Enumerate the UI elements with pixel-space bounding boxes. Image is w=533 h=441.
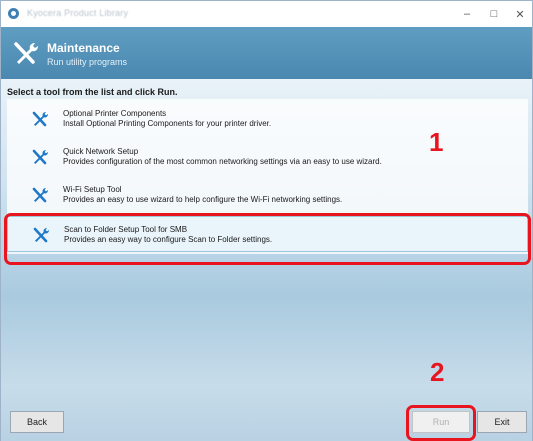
close-button[interactable]: ✕ <box>507 1 533 27</box>
page-header: Maintenance Run utility programs <box>1 27 532 79</box>
wrench-screwdriver-icon <box>32 187 48 203</box>
app-logo-icon <box>8 8 19 19</box>
run-button[interactable]: Run <box>412 411 470 433</box>
maximize-button[interactable]: □ <box>481 1 507 27</box>
tool-item-wifi-setup-tool[interactable]: Wi-Fi Setup Tool Provides an easy to use… <box>7 177 528 213</box>
tool-title: Quick Network Setup <box>63 147 139 156</box>
exit-button[interactable]: Exit <box>477 411 527 433</box>
maintenance-tools-icon <box>14 42 38 64</box>
tool-title: Optional Printer Components <box>63 109 167 118</box>
tool-description: Provides an easy to use wizard to help c… <box>63 195 343 204</box>
back-button[interactable]: Back <box>10 411 64 433</box>
title-bar: Kyocera Product Library – □ ✕ <box>1 1 532 27</box>
wrench-screwdriver-icon <box>32 149 48 165</box>
tool-item-optional-printer-components[interactable]: Optional Printer Components Install Opti… <box>7 101 528 137</box>
selection-highlight-annotation <box>4 213 531 265</box>
instruction-text: Select a tool from the list and click Ru… <box>7 87 178 97</box>
tool-description: Install Optional Printing Components for… <box>63 119 272 128</box>
tool-item-quick-network-setup[interactable]: Quick Network Setup Provides configurati… <box>7 139 528 175</box>
main-content: Select a tool from the list and click Ru… <box>1 79 532 441</box>
wrench-screwdriver-icon <box>32 111 48 127</box>
page-subtitle: Run utility programs <box>47 57 128 67</box>
app-window: Kyocera Product Library – □ ✕ Maintenanc… <box>0 0 533 441</box>
tool-description: Provides configuration of the most commo… <box>63 157 382 166</box>
step-callout-2: 2 <box>430 357 445 387</box>
window-title: Kyocera Product Library <box>27 8 129 18</box>
tool-title: Wi-Fi Setup Tool <box>63 185 122 194</box>
minimize-button[interactable]: – <box>454 1 480 27</box>
page-title: Maintenance <box>47 41 120 55</box>
step-callout-1: 1 <box>429 127 444 157</box>
